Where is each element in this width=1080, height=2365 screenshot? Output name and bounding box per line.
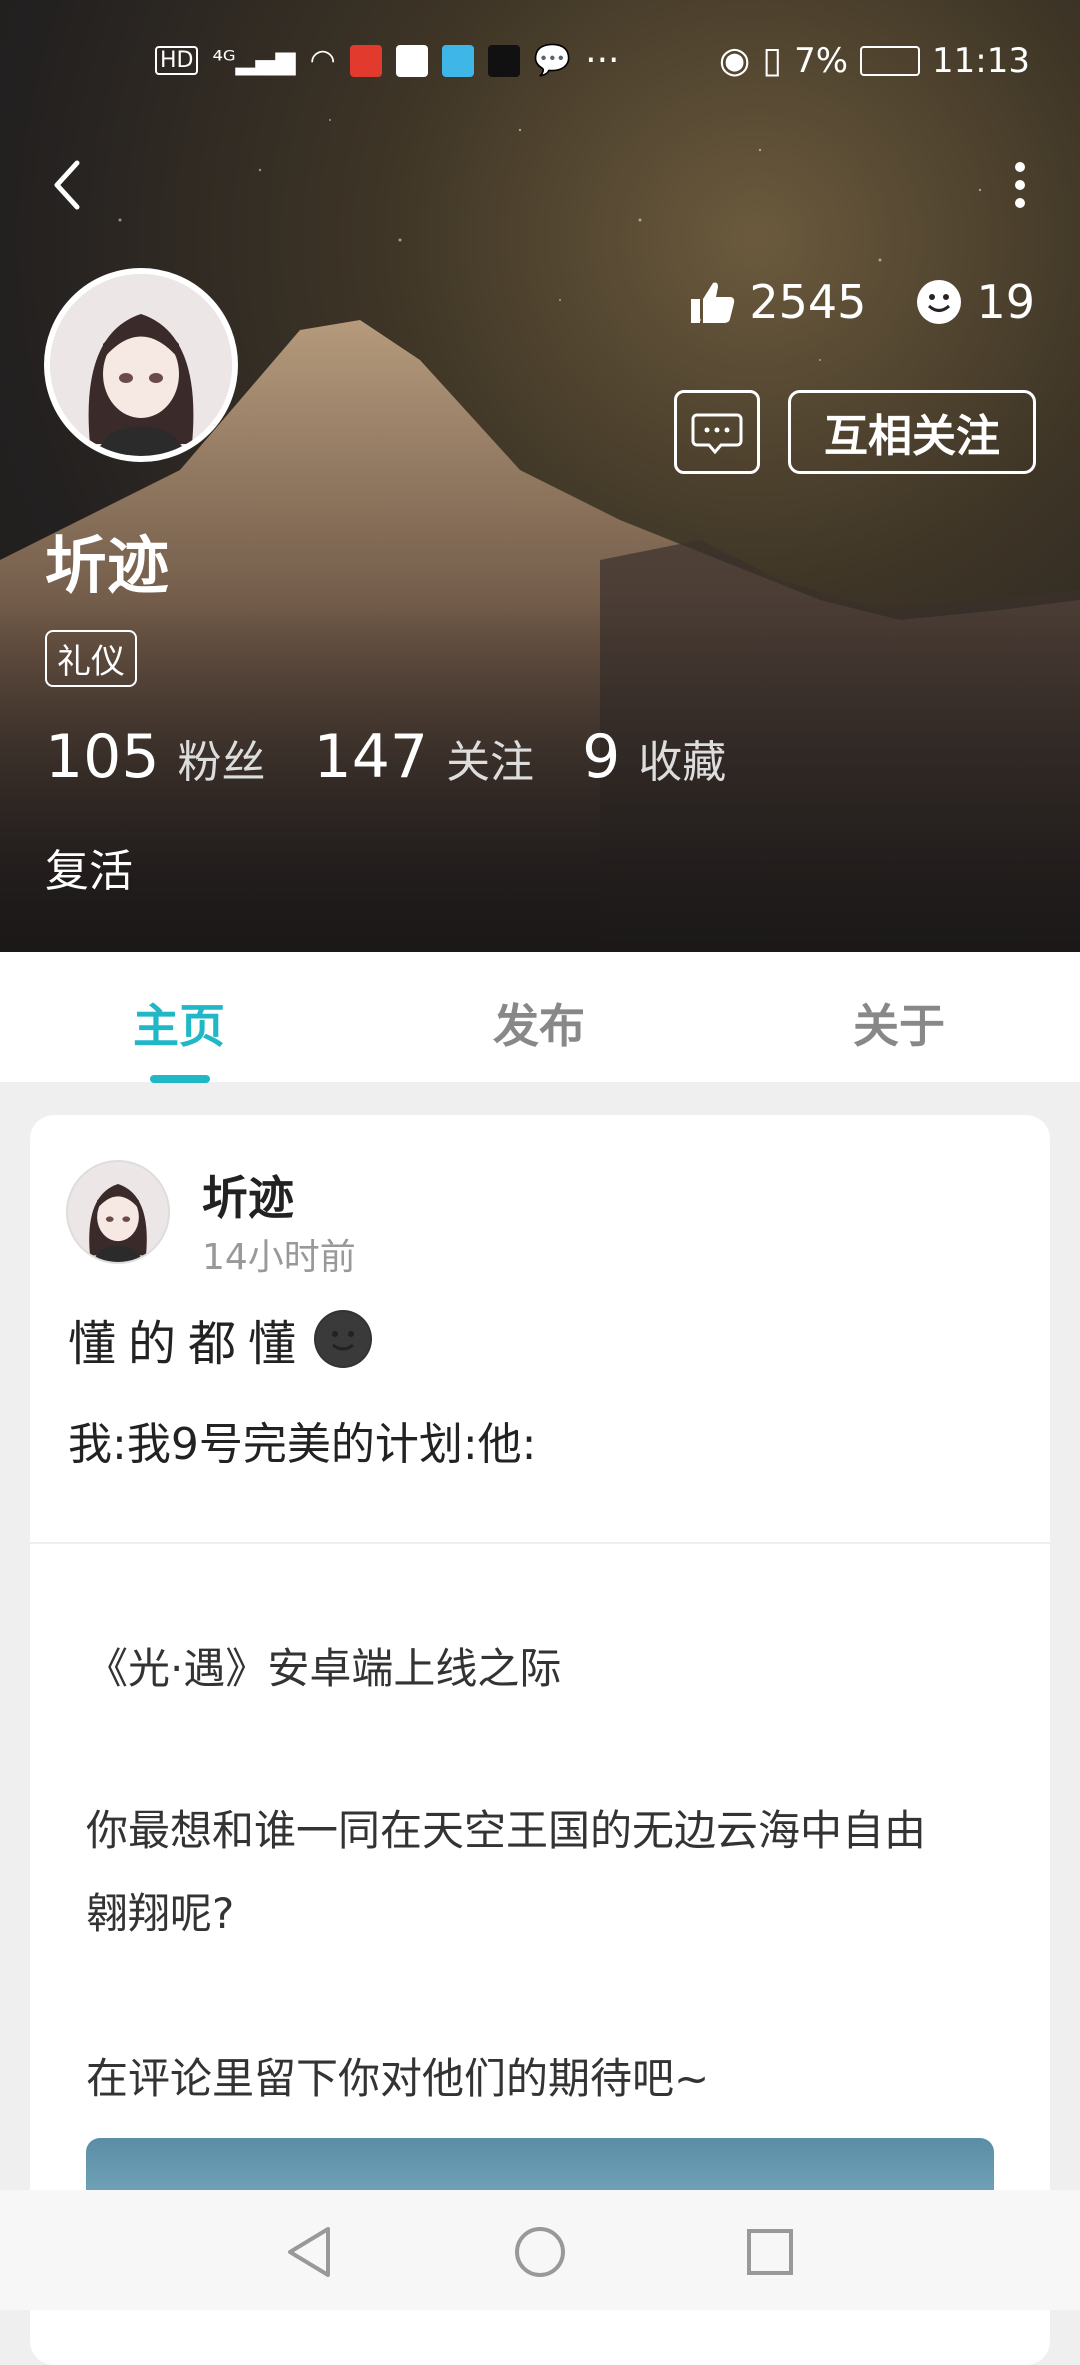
dark-smiley-emoji-icon: [314, 1310, 373, 1368]
status-bar: HD ⁴ᴳ▂▄▆ ◠ 💬 ··· ◉ ▯ 7% 11:13: [0, 40, 1080, 90]
nav-recents-icon[interactable]: [745, 2225, 795, 2279]
shared-post-text-1: 《光·遇》安卓端上线之际: [86, 1644, 562, 1693]
profile-tag[interactable]: 礼仪: [45, 630, 137, 687]
video-app-icon: [441, 44, 474, 77]
more-options-icon[interactable]: [1000, 155, 1040, 215]
chat-bubble-icon: 💬: [533, 43, 572, 78]
profile-stats-top: 2545 19: [687, 275, 1035, 329]
emoji-count: 19: [976, 275, 1035, 329]
profile-avatar[interactable]: [44, 268, 238, 462]
shared-post-text-3: 在评论里留下你对他们的期待吧~: [86, 2054, 710, 2103]
post-text: 懂的都懂: [68, 1316, 309, 1372]
post-author-name[interactable]: 圻迹: [202, 1162, 294, 1228]
shared-post-text-2b: 翱翔呢?: [86, 1889, 235, 1938]
vibrate-icon: ▯: [762, 40, 783, 81]
following-label[interactable]: 关注: [446, 726, 534, 790]
post-author-avatar[interactable]: [66, 1160, 170, 1264]
post-text-line1: 懂的都懂: [68, 1304, 373, 1374]
message-button[interactable]: [674, 390, 760, 474]
battery-percent: 7%: [794, 40, 849, 81]
eye-icon: ◉: [718, 40, 751, 81]
profile-header: HD ⁴ᴳ▂▄▆ ◠ 💬 ··· ◉ ▯ 7% 11:13 2545 19 互相…: [0, 0, 1080, 952]
clock: 11:13: [932, 40, 1030, 81]
smiley-icon: [917, 280, 962, 324]
back-arrow-icon[interactable]: [45, 155, 95, 215]
tab-posts[interactable]: 发布: [493, 990, 585, 1056]
favorites-count[interactable]: 9: [582, 722, 620, 792]
battery-icon: [860, 45, 921, 76]
wifi-icon: ◠: [309, 43, 336, 78]
active-tab-indicator: [150, 1075, 210, 1083]
nav-home-icon[interactable]: [513, 2225, 567, 2279]
tiktok-icon: [487, 44, 520, 77]
chat-icon: [691, 413, 743, 455]
shared-post-text-2a: 你最想和谁一同在天空王国的无边云海中自由: [86, 1806, 927, 1855]
ting-app-icon: [349, 44, 382, 77]
following-count[interactable]: 147: [314, 722, 429, 792]
profile-tabs: 主页 发布 关于: [0, 952, 1080, 1082]
profile-bio: 复活: [45, 846, 133, 897]
hd-icon: HD: [155, 46, 199, 75]
post-text-line2: 我:我9号完美的计划:他:: [68, 1419, 537, 1470]
emoji-stat: 19: [914, 275, 1035, 329]
thumbs-up-icon: [691, 282, 735, 323]
mountain-background-image: [0, 119, 1080, 952]
anime-girl-avatar-image: [68, 1162, 168, 1262]
likes-count: 2545: [749, 275, 867, 329]
system-navigation-bar: [0, 2190, 1080, 2310]
anime-girl-avatar-image: [50, 274, 232, 456]
app-icon: [395, 44, 428, 77]
signal-icon: ⁴ᴳ▂▄▆: [212, 45, 296, 76]
favorites-label[interactable]: 收藏: [638, 726, 726, 790]
likes-stat: 2545: [687, 275, 866, 329]
post-timestamp: 14小时前: [202, 1237, 356, 1278]
more-notifications: ···: [585, 40, 620, 81]
mutual-follow-button[interactable]: 互相关注: [788, 390, 1036, 474]
tab-about[interactable]: 关于: [853, 990, 945, 1056]
profile-username: 圻迹: [45, 529, 170, 602]
fans-label[interactable]: 粉丝: [178, 726, 266, 790]
nav-back-icon[interactable]: [284, 2225, 334, 2279]
follow-counts: 105 粉丝 147 关注 9 收藏: [45, 722, 756, 792]
fans-count[interactable]: 105: [45, 722, 160, 792]
post-divider: [30, 1542, 1050, 1544]
tab-home[interactable]: 主页: [133, 990, 225, 1056]
